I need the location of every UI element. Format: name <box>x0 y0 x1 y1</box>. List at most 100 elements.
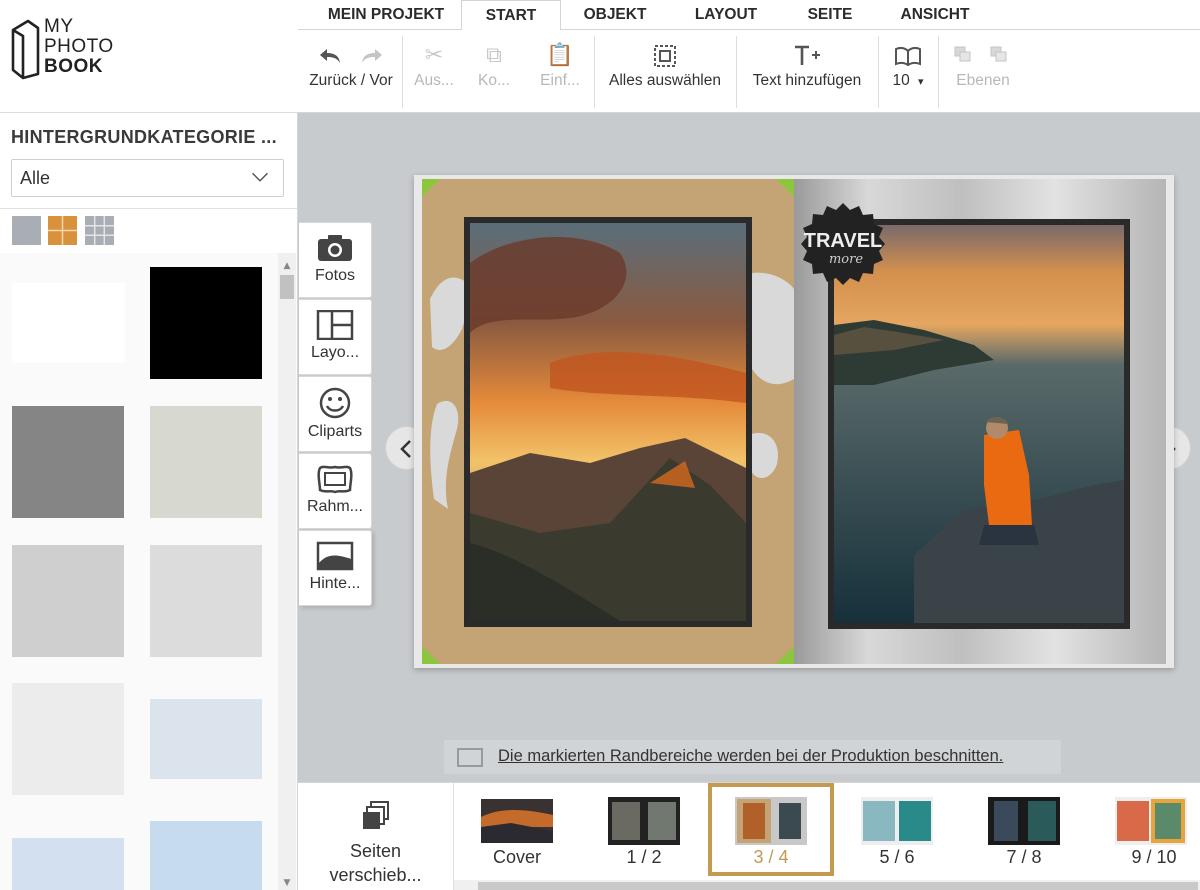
vertical-scrollbar[interactable] <box>278 253 296 890</box>
page-thumb-1-2[interactable]: 1 / 2 <box>601 783 687 878</box>
move-pages-button[interactable]: Seiten verschieb... <box>298 783 454 890</box>
page-thumb-5-6[interactable]: 5 / 6 <box>854 783 940 878</box>
scroll-thumb[interactable] <box>280 275 294 299</box>
photobook-spread: TRAVEL more <box>414 175 1174 668</box>
tab-start[interactable]: START <box>461 0 561 31</box>
swatch-off-white[interactable] <box>12 683 124 795</box>
divider <box>0 208 297 209</box>
undo-icon[interactable] <box>317 46 343 66</box>
brand-name: MY PHOTO BOOK <box>44 17 114 77</box>
open-book-icon <box>895 47 921 67</box>
page-count-dropdown[interactable]: 10 ▾ <box>882 38 934 108</box>
tab-ansicht[interactable]: ANSICHT <box>890 0 980 30</box>
toolbar-divider <box>938 36 939 108</box>
add-text-button[interactable]: Text hinzufügen <box>742 38 872 108</box>
solid-color-view-icon[interactable] <box>12 216 41 245</box>
brand-line-2: PHOTO <box>44 36 114 57</box>
left-page[interactable] <box>422 179 794 664</box>
tab-cliparts-label: Cliparts <box>307 423 363 440</box>
cut-button[interactable]: ✂ Aus... <box>406 38 462 108</box>
tab-mein-projekt[interactable]: MEIN PROJEKT <box>312 0 460 30</box>
background-panel: HINTERGRUNDKATEGORIE ... Alle ▲ ▼ <box>0 113 298 890</box>
layers-button[interactable]: Ebenen <box>944 38 1022 108</box>
page-strip: Seiten verschieb... Cover 1 / 2 3 / 4 5 … <box>298 782 1200 890</box>
redo-icon[interactable] <box>359 46 385 66</box>
tab-frames[interactable]: Rahm... <box>299 453 372 529</box>
trim-notice-marker <box>457 748 483 767</box>
camera-icon <box>318 235 352 261</box>
paste-icon: 📋 <box>546 42 574 67</box>
category-select[interactable]: Alle <box>11 159 284 197</box>
tab-layouts-label: Layo... <box>310 344 360 361</box>
page-9-10-thumbnail-image <box>1115 797 1187 845</box>
badge-text-more: more <box>829 252 863 267</box>
swatch-silver[interactable] <box>150 545 262 657</box>
swatch-sky-blue[interactable] <box>12 838 124 890</box>
move-pages-label-2: verschieb... <box>329 865 422 885</box>
app-logo: MY PHOTO BOOK <box>0 0 298 113</box>
swatch-black[interactable] <box>150 267 262 379</box>
pattern-view-icon[interactable] <box>48 216 77 245</box>
swatch-warm-gray[interactable] <box>150 406 262 518</box>
page-5-6-thumbnail-image <box>861 797 933 845</box>
tab-backgrounds[interactable]: Hinte... <box>299 530 372 606</box>
page-3-4-thumbnail-image <box>735 797 807 845</box>
page-count-value: 10 <box>892 72 910 89</box>
swatch-gray[interactable] <box>12 406 124 518</box>
toolbar-divider <box>402 36 403 108</box>
trim-marker-bottom-left <box>422 646 440 664</box>
cover-thumbnail-image <box>481 799 553 843</box>
swatch-light-gray[interactable] <box>12 545 124 657</box>
tab-backgrounds-label: Hinte... <box>309 575 361 592</box>
tab-cliparts[interactable]: Cliparts <box>299 376 372 452</box>
right-page[interactable]: TRAVEL more <box>794 179 1166 664</box>
mountain-sunset-photo[interactable] <box>464 217 752 627</box>
ribbon-toolbar: Zurück / Vor ✂ Aus... ⧉ Ko... 📋 Einf... … <box>298 30 1200 113</box>
undo-redo-label: Zurück / Vor <box>309 72 393 89</box>
page-thumb-cover[interactable]: Cover <box>474 783 560 878</box>
swatch-pale-blue[interactable] <box>150 699 262 779</box>
layout-icon <box>316 310 354 340</box>
paste-button[interactable]: 📋 Einf... <box>532 38 588 108</box>
page-thumb-3-4-label: 3 / 4 <box>753 847 789 867</box>
swatch-light-blue[interactable] <box>150 821 262 890</box>
tab-photos-label: Fotos <box>314 267 355 284</box>
tab-photos[interactable]: Fotos <box>299 222 372 298</box>
travel-more-badge[interactable]: TRAVEL more <box>800 201 886 287</box>
trim-notice-link[interactable]: Die markierten Randbereiche werden bei d… <box>498 747 1003 766</box>
page-7-8-thumbnail-image <box>988 797 1060 845</box>
grid-view-icon[interactable] <box>85 216 114 245</box>
tab-objekt[interactable]: OBJEKT <box>570 0 660 30</box>
tab-seite[interactable]: SEITE <box>794 0 866 30</box>
scroll-up-icon[interactable]: ▲ <box>281 261 293 271</box>
select-all-button[interactable]: Alles auswählen <box>600 38 730 108</box>
scroll-down-icon[interactable]: ▼ <box>281 878 293 888</box>
chevron-down-icon <box>251 172 269 182</box>
tab-layouts[interactable]: Layo... <box>299 299 372 375</box>
copy-button[interactable]: ⧉ Ko... <box>466 38 522 108</box>
copy-label: Ko... <box>478 72 510 89</box>
chevron-down-icon: ▾ <box>918 76 924 88</box>
page-thumb-3-4[interactable]: 3 / 4 <box>708 783 834 876</box>
landscape-background-icon <box>316 541 354 571</box>
add-text-icon <box>795 45 820 66</box>
brand-line-3: BOOK <box>44 56 103 77</box>
tab-layout[interactable]: LAYOUT <box>680 0 772 30</box>
toolbar-divider <box>878 36 879 108</box>
layers-icon <box>954 46 1007 62</box>
page-thumb-9-10[interactable]: 9 / 10 <box>1108 783 1200 878</box>
trim-marker-top-left <box>422 179 440 197</box>
page-thumb-1-2-label: 1 / 2 <box>626 847 662 867</box>
move-pages-label-1: Seiten <box>349 841 402 861</box>
tab-frames-label: Rahm... <box>306 498 363 515</box>
book-logo-icon <box>11 19 40 80</box>
page-thumb-cover-label: Cover <box>492 847 541 867</box>
trim-notice: Die markierten Randbereiche werden bei d… <box>444 740 1061 774</box>
page-thumb-7-8[interactable]: 7 / 8 <box>981 783 1067 878</box>
undo-redo-button[interactable]: Zurück / Vor <box>302 38 400 108</box>
badge-text-travel: TRAVEL <box>804 230 883 252</box>
page-strip-scroll-thumb[interactable] <box>478 882 1198 890</box>
swatch-white[interactable] <box>12 283 125 363</box>
select-all-icon <box>654 45 676 68</box>
stacked-pages-icon <box>362 801 389 829</box>
